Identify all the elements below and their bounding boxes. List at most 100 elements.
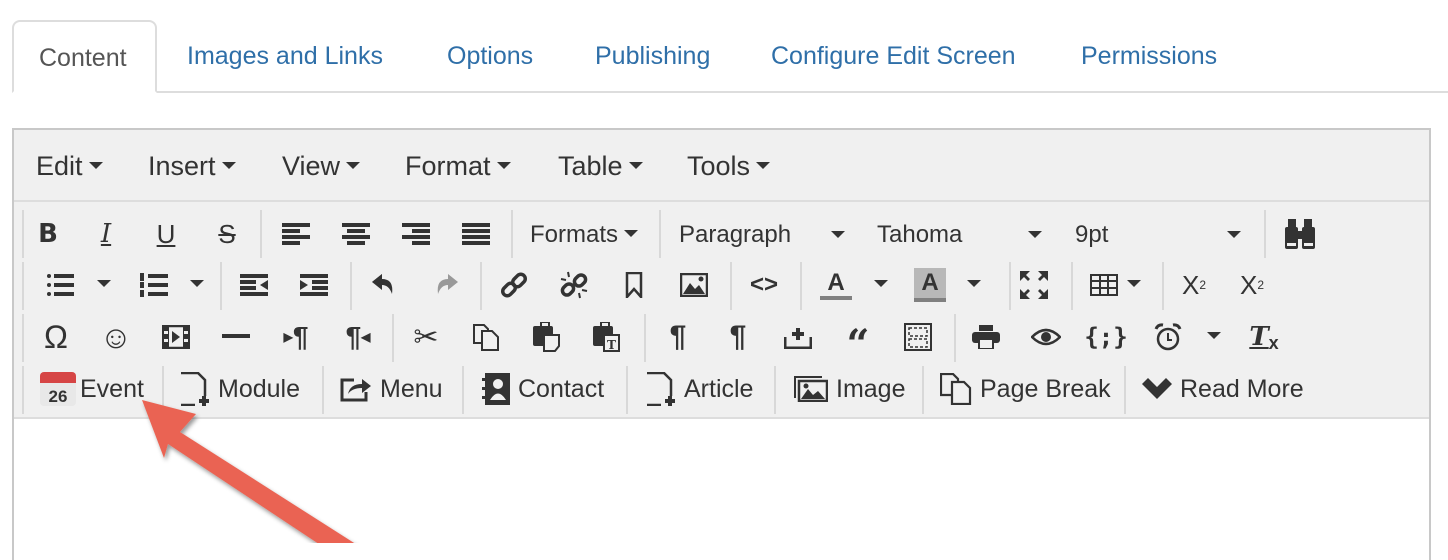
undo-button[interactable]: [366, 260, 402, 310]
caret-down-icon: [967, 279, 981, 287]
contact-button[interactable]: Contact: [482, 364, 604, 414]
page-break-button[interactable]: Page Break: [940, 364, 1111, 414]
bold-button[interactable]: B: [30, 209, 66, 259]
align-left-button[interactable]: [278, 209, 314, 259]
visual-aid-button[interactable]: [900, 312, 936, 362]
strikethrough-button[interactable]: S: [209, 209, 245, 259]
anchor-button[interactable]: [616, 260, 652, 310]
outdent-button[interactable]: [236, 260, 272, 310]
copy-button[interactable]: [468, 312, 504, 362]
print-button[interactable]: [968, 312, 1004, 362]
menu-tools[interactable]: Tools: [687, 130, 771, 200]
superscript-digit: 2: [1257, 278, 1265, 292]
toolbar-separator: [644, 314, 646, 362]
datetime-dropdown[interactable]: [1204, 312, 1224, 362]
blockquote-button[interactable]: “: [840, 312, 876, 365]
tab-permissions[interactable]: Permissions: [1056, 20, 1242, 91]
menu-edit[interactable]: Edit: [36, 130, 103, 200]
numbered-list-button[interactable]: [136, 260, 172, 310]
italic-icon: I: [100, 219, 112, 249]
unlink-button[interactable]: [556, 260, 592, 310]
bullet-list-dropdown[interactable]: [94, 260, 114, 310]
source-code-button[interactable]: <>: [746, 260, 782, 310]
subscript-button[interactable]: X2: [1176, 260, 1212, 310]
redo-button[interactable]: [428, 260, 464, 310]
chevron-down-icon: [1142, 378, 1172, 399]
toolbar-separator: [1071, 262, 1073, 310]
menu-button[interactable]: Menu: [340, 364, 443, 414]
block-format-select[interactable]: Paragraph: [679, 209, 845, 259]
show-invisibles-button[interactable]: ¶: [720, 312, 756, 362]
indent-button[interactable]: [296, 260, 332, 310]
italic-button[interactable]: I: [88, 209, 124, 259]
insert-link-button[interactable]: [496, 260, 532, 310]
insert-datetime-button[interactable]: [1150, 312, 1186, 362]
align-center-button[interactable]: [338, 209, 374, 259]
menu-label: Menu: [380, 374, 443, 403]
text-color-swatch: [820, 296, 852, 300]
paste-button[interactable]: [528, 312, 564, 362]
menu-table[interactable]: Table: [558, 130, 643, 200]
special-character-button[interactable]: Ω: [38, 312, 74, 362]
ltr-button[interactable]: ▶ ¶: [278, 312, 314, 362]
insert-media-button[interactable]: [158, 312, 194, 362]
toolbar-separator: [954, 314, 956, 362]
emoticons-button[interactable]: ☺: [98, 312, 134, 362]
tab-options[interactable]: Options: [422, 20, 558, 91]
menu-label: Table: [558, 151, 623, 181]
font-size-select[interactable]: 9pt: [1075, 209, 1241, 259]
editor-content-area[interactable]: [14, 419, 1429, 560]
tab-images-and-links[interactable]: Images and Links: [162, 20, 408, 91]
image-button[interactable]: Image: [794, 364, 905, 414]
table-icon: [1090, 274, 1118, 296]
find-replace-button[interactable]: [1282, 209, 1318, 259]
superscript-button[interactable]: X2: [1234, 260, 1270, 310]
insert-template-button[interactable]: [780, 312, 816, 362]
align-justify-icon: [462, 223, 490, 245]
text-color-dropdown[interactable]: [871, 260, 891, 310]
bullet-list-button[interactable]: [42, 260, 78, 310]
table-button[interactable]: [1086, 260, 1122, 310]
paste-as-text-button[interactable]: T: [588, 312, 624, 362]
cut-button[interactable]: ✂: [408, 312, 444, 362]
align-right-button[interactable]: [398, 209, 434, 259]
omega-icon: Ω: [44, 318, 68, 355]
menu-format[interactable]: Format: [405, 130, 511, 200]
formats-dropdown[interactable]: Formats: [530, 209, 639, 259]
fullscreen-button[interactable]: [1016, 260, 1052, 310]
underline-button[interactable]: U: [148, 209, 184, 259]
show-blocks-button[interactable]: ¶: [660, 312, 696, 362]
clear-formatting-button[interactable]: Tx: [1246, 312, 1282, 362]
paragraph-icon: ¶: [669, 320, 687, 353]
caret-down-icon: [221, 162, 236, 170]
module-button[interactable]: Module: [180, 364, 300, 414]
align-justify-button[interactable]: [458, 209, 494, 259]
preview-button[interactable]: [1028, 312, 1064, 362]
table-dropdown[interactable]: [1124, 260, 1144, 310]
underline-icon: U: [156, 218, 176, 249]
code-sample-button[interactable]: {;}: [1084, 312, 1127, 362]
background-color-button[interactable]: A: [912, 260, 948, 310]
text-color-button[interactable]: A: [818, 260, 854, 310]
tab-content[interactable]: Content: [12, 20, 157, 93]
insert-image-button[interactable]: [676, 260, 712, 310]
formats-label: Formats: [530, 221, 619, 248]
article-button[interactable]: Article: [646, 364, 753, 414]
rtl-button[interactable]: ¶ ◀: [340, 312, 376, 362]
toolbar-separator: [1264, 210, 1266, 258]
tab-publishing[interactable]: Publishing: [570, 20, 735, 91]
read-more-button[interactable]: Read More: [1142, 364, 1304, 414]
horizontal-rule-button[interactable]: [218, 312, 254, 362]
editor-menubar: Edit Insert View Format Table Tools: [14, 130, 1429, 202]
font-family-select[interactable]: Tahoma: [877, 209, 1042, 259]
text-color-icon: A: [827, 269, 845, 296]
paragraph-ltr-icon: ¶: [292, 321, 309, 352]
event-button[interactable]: 26 Event: [40, 364, 144, 414]
menu-insert[interactable]: Insert: [148, 130, 236, 200]
toolbar-separator: [22, 314, 24, 362]
background-color-dropdown[interactable]: [964, 260, 984, 310]
align-left-icon: [282, 223, 310, 245]
numbered-list-dropdown[interactable]: [187, 260, 207, 310]
tab-configure-edit-screen[interactable]: Configure Edit Screen: [746, 20, 1041, 91]
menu-view[interactable]: View: [282, 130, 361, 200]
